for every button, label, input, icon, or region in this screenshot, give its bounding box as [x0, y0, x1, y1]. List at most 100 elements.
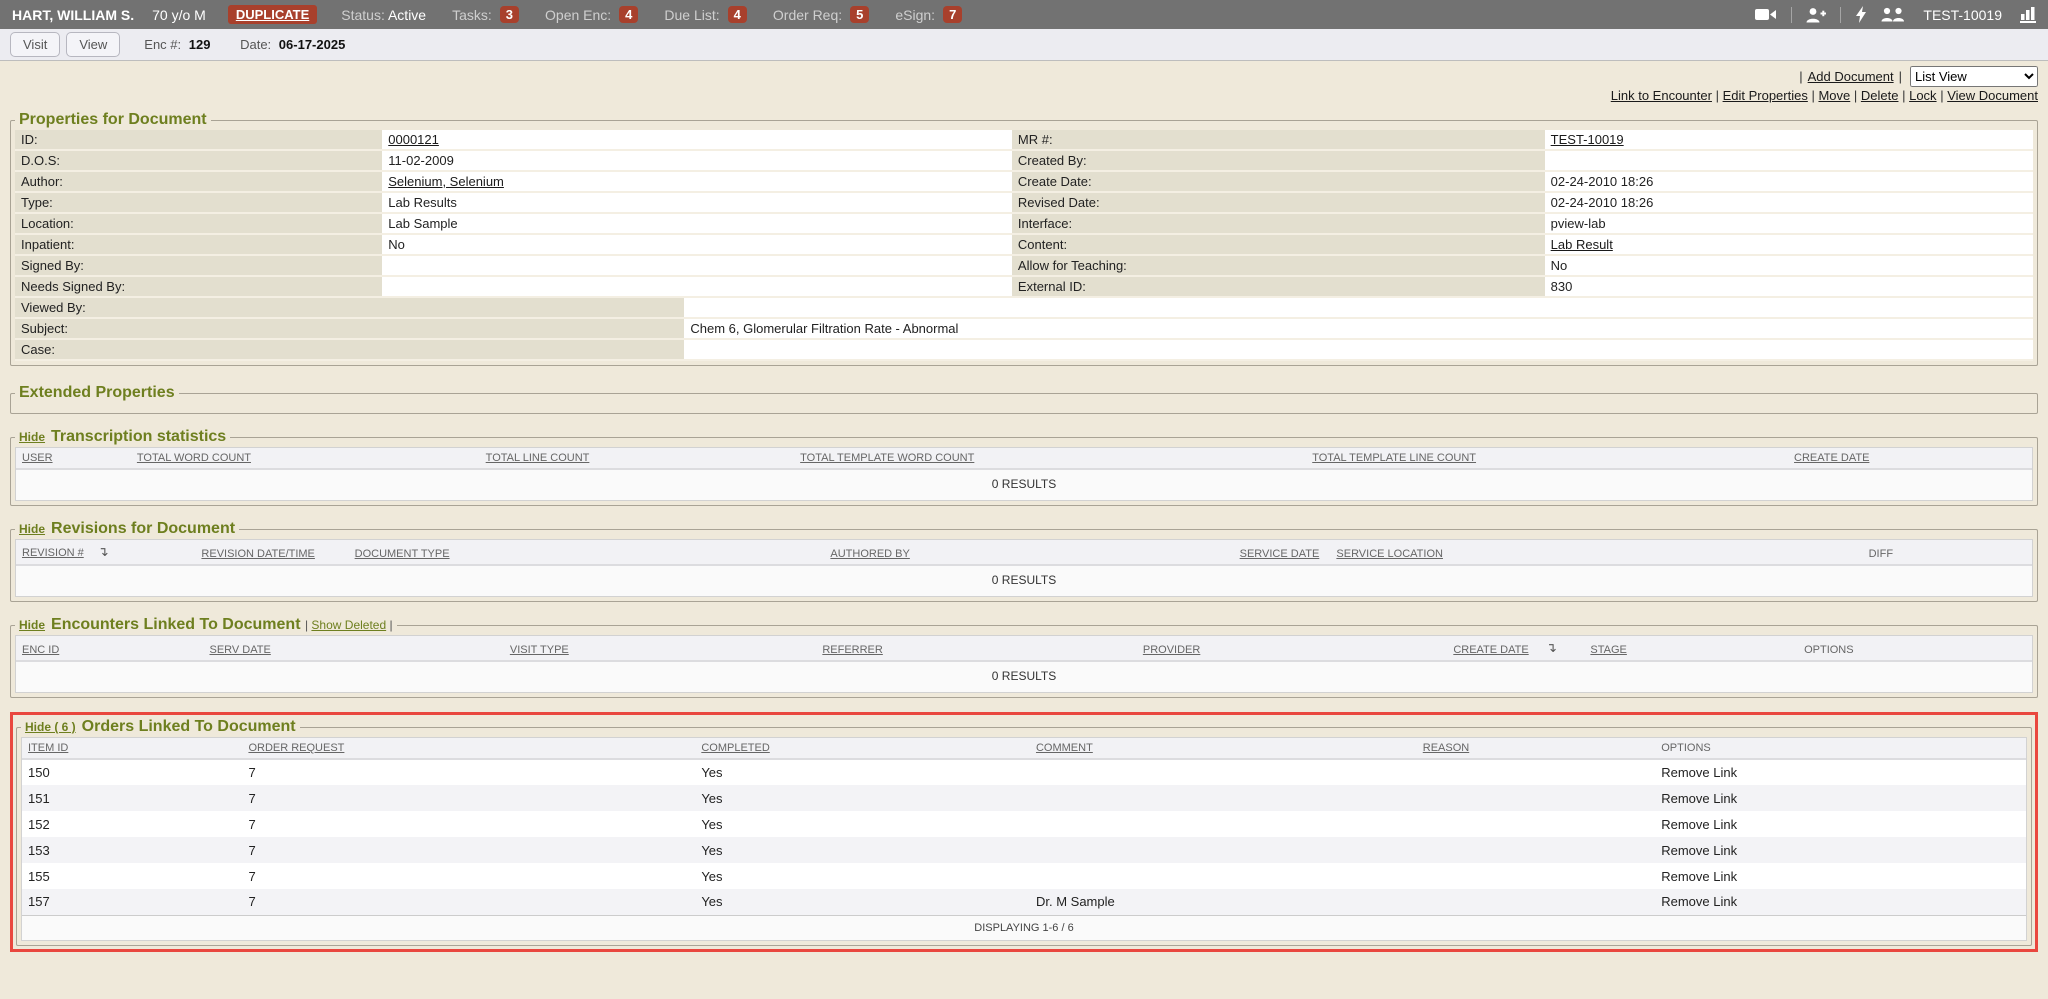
hide-transcription-link[interactable]: Hide — [19, 430, 45, 444]
sort-descending-icon[interactable]: ↴ — [98, 544, 109, 560]
col-user[interactable]: USER — [22, 452, 53, 464]
encounter-toolbar: Visit View Enc #: 129 Date: 06-17-2025 — [0, 29, 2048, 61]
col-order-request[interactable]: ORDER REQUEST — [248, 742, 344, 754]
visit-button[interactable]: Visit — [10, 32, 60, 57]
due-list-counter[interactable]: Due List: 4 — [664, 6, 746, 23]
order-completed: Yes — [695, 863, 1030, 889]
lock-link[interactable]: Lock — [1909, 88, 1936, 103]
esign-label: eSign: — [895, 7, 935, 23]
author-link[interactable]: Selenium, Selenium — [388, 174, 504, 189]
col-document-type[interactable]: DOCUMENT TYPE — [355, 548, 450, 560]
col-total-template-word-count[interactable]: TOTAL TEMPLATE WORD COUNT — [800, 452, 974, 464]
order-item-id: 153 — [22, 837, 242, 863]
col-revision-datetime[interactable]: REVISION DATE/TIME — [201, 548, 314, 560]
remove-link-button[interactable]: Remove Link — [1661, 843, 1737, 858]
enc-number-value: 129 — [189, 37, 211, 52]
order-req-count-badge[interactable]: 5 — [850, 6, 869, 23]
video-camera-icon[interactable] — [1755, 7, 1777, 22]
col-stage[interactable]: STAGE — [1590, 644, 1626, 656]
content-link[interactable]: Lab Result — [1551, 237, 1613, 252]
order-req-counter[interactable]: Order Req: 5 — [773, 6, 869, 23]
document-id-link[interactable]: 0000121 — [388, 132, 439, 147]
hide-encounters-link[interactable]: Hide — [19, 618, 45, 632]
remove-link-button[interactable]: Remove Link — [1661, 765, 1737, 780]
col-create-date[interactable]: CREATE DATE — [1794, 452, 1869, 464]
col-serv-date[interactable]: SERV DATE — [209, 644, 270, 656]
view-document-link[interactable]: View Document — [1947, 88, 2038, 103]
table-row: 157 7 Yes Dr. M Sample Remove Link — [22, 889, 2026, 915]
remove-link-button[interactable]: Remove Link — [1661, 817, 1737, 832]
col-options: OPTIONS — [1661, 742, 1711, 754]
remove-link-button[interactable]: Remove Link — [1661, 894, 1737, 909]
bar-chart-icon[interactable] — [2020, 7, 2036, 23]
col-create-date[interactable]: CREATE DATE — [1453, 644, 1528, 656]
col-visit-type[interactable]: VISIT TYPE — [510, 644, 569, 656]
table-row: 0 RESULTS — [16, 469, 2032, 500]
table-footer-row: DISPLAYING 1-6 / 6 — [22, 915, 2026, 940]
signed-by-label: Signed By: — [15, 256, 382, 277]
col-total-template-line-count[interactable]: TOTAL TEMPLATE LINE COUNT — [1312, 452, 1476, 464]
col-revision-number[interactable]: REVISION # — [22, 547, 84, 559]
col-referrer[interactable]: REFERRER — [822, 644, 883, 656]
delete-link[interactable]: Delete — [1861, 88, 1899, 103]
sort-descending-icon[interactable]: ↴ — [1546, 640, 1557, 656]
encounters-results-count: 0 RESULTS — [16, 661, 2032, 692]
esign-counter[interactable]: eSign: 7 — [895, 6, 962, 23]
lightning-icon[interactable] — [1855, 6, 1867, 23]
col-item-id[interactable]: ITEM ID — [28, 742, 68, 754]
duplicate-badge[interactable]: DUPLICATE — [228, 5, 317, 24]
tasks-count-badge[interactable]: 3 — [500, 6, 519, 23]
col-service-location[interactable]: SERVICE LOCATION — [1336, 548, 1443, 560]
table-row: Case: — [15, 340, 2033, 361]
open-enc-counter[interactable]: Open Enc: 4 — [545, 6, 638, 23]
properties-table: ID: 0000121 MR #: TEST-10019 D.O.S: 11-0… — [15, 130, 2033, 361]
table-header-row: REVISION # ↴ REVISION DATE/TIME DOCUMENT … — [16, 540, 2032, 565]
col-authored-by[interactable]: AUTHORED BY — [830, 548, 909, 560]
remove-link-button[interactable]: Remove Link — [1661, 791, 1737, 806]
view-mode-select[interactable]: List View — [1910, 66, 2038, 87]
type-label: Type: — [15, 193, 382, 214]
col-provider[interactable]: PROVIDER — [1143, 644, 1200, 656]
tasks-counter[interactable]: Tasks: 3 — [452, 6, 519, 23]
view-button[interactable]: View — [66, 32, 120, 57]
patient-age-sex: 70 y/o M — [152, 7, 206, 23]
remove-link-button[interactable]: Remove Link — [1661, 869, 1737, 884]
order-comment — [1030, 811, 1417, 837]
order-reason — [1417, 811, 1655, 837]
table-row: 155 7 Yes Remove Link — [22, 863, 2026, 889]
divider — [1791, 7, 1792, 23]
due-list-count-badge[interactable]: 4 — [728, 6, 747, 23]
properties-for-document-title: Properties for Document — [15, 111, 211, 129]
col-total-word-count[interactable]: TOTAL WORD COUNT — [137, 452, 251, 464]
add-document-link[interactable]: Add Document — [1808, 69, 1894, 84]
table-row: Author: Selenium, Selenium Create Date: … — [15, 172, 2033, 193]
move-link[interactable]: Move — [1818, 88, 1850, 103]
people-icon[interactable] — [1881, 7, 1905, 22]
hide-revisions-link[interactable]: Hide — [19, 522, 45, 536]
show-deleted-link[interactable]: Show Deleted — [311, 618, 386, 632]
table-row: 150 7 Yes Remove Link — [22, 759, 2026, 785]
person-add-icon[interactable] — [1806, 7, 1826, 23]
table-row: D.O.S: 11-02-2009 Created By: — [15, 151, 2033, 172]
divider — [1840, 7, 1841, 23]
edit-properties-link[interactable]: Edit Properties — [1723, 88, 1808, 103]
enc-date-label: Date: — [240, 37, 271, 52]
col-reason[interactable]: REASON — [1423, 742, 1469, 754]
col-service-date[interactable]: SERVICE DATE — [1240, 548, 1320, 560]
order-completed: Yes — [695, 785, 1030, 811]
properties-for-document-section: Properties for Document ID: 0000121 MR #… — [10, 111, 2038, 366]
col-completed[interactable]: COMPLETED — [701, 742, 769, 754]
col-enc-id[interactable]: ENC ID — [22, 644, 59, 656]
open-enc-count-badge[interactable]: 4 — [619, 6, 638, 23]
esign-count-badge[interactable]: 7 — [943, 6, 962, 23]
hide-orders-link[interactable]: Hide ( 6 ) — [25, 720, 76, 734]
col-total-line-count[interactable]: TOTAL LINE COUNT — [486, 452, 590, 464]
col-comment[interactable]: COMMENT — [1036, 742, 1093, 754]
practice-id: TEST-10019 — [1923, 7, 2002, 23]
case-label: Case: — [15, 340, 684, 361]
needs-signed-by-label: Needs Signed By: — [15, 277, 382, 298]
link-to-encounter-link[interactable]: Link to Encounter — [1611, 88, 1712, 103]
orders-paging-status: DISPLAYING 1-6 / 6 — [22, 915, 2026, 940]
mr-number-link[interactable]: TEST-10019 — [1551, 132, 1624, 147]
encounters-linked-title: Encounters Linked To Document — [51, 616, 301, 633]
